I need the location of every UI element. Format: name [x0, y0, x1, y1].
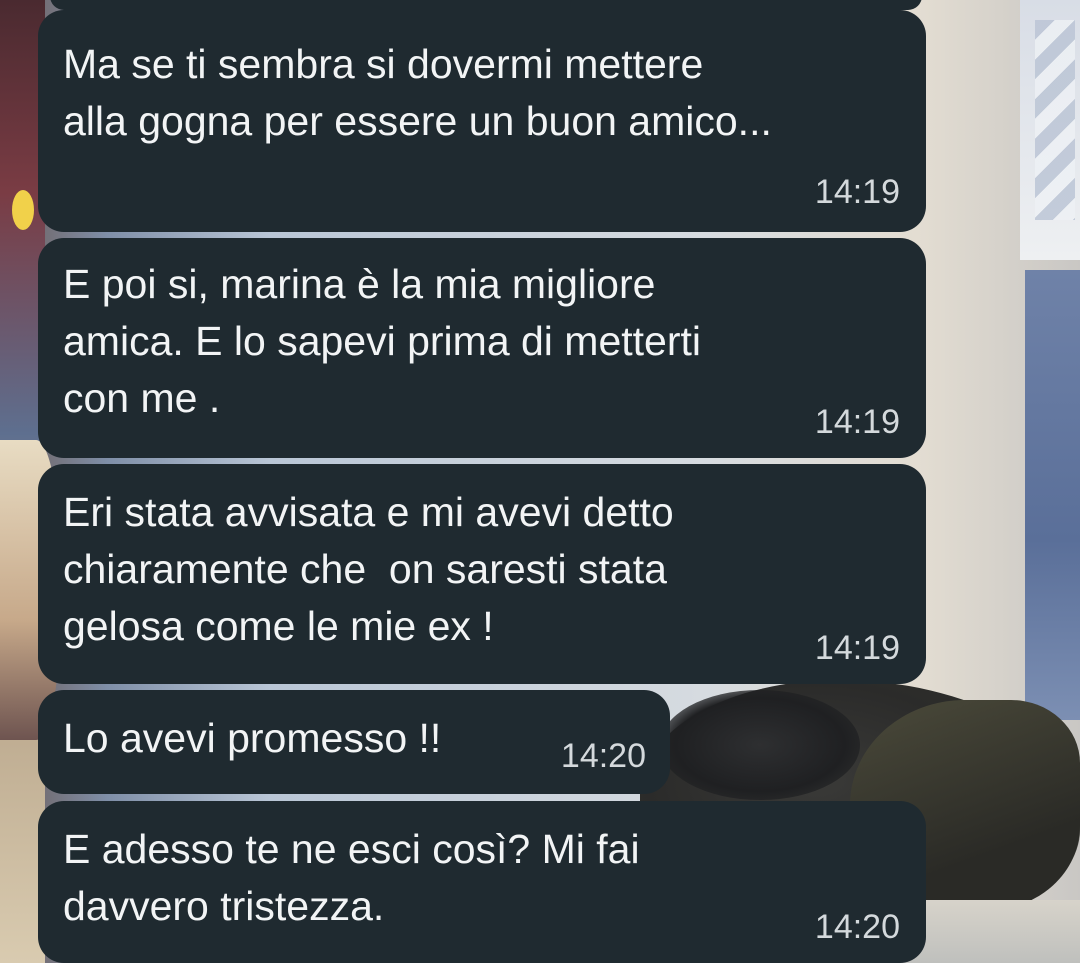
message-timestamp: 14:19	[814, 173, 900, 211]
message-line: amica. E lo sapevi prima di metterti	[63, 318, 702, 364]
message-line: chiaramente che on saresti stata	[63, 546, 667, 592]
message-bubble[interactable]: Ma se ti sembra si dovermi mettere alla …	[38, 10, 926, 232]
message-bubble[interactable]: Lo avevi promesso !! 14:20	[38, 690, 670, 794]
message-line: con me .	[63, 375, 221, 421]
message-text: Lo avevi promesso !!	[63, 710, 441, 767]
message-timestamp: 14:20	[560, 737, 646, 775]
message-timestamp: 14:19	[814, 403, 900, 441]
message-line: Lo avevi promesso !!	[63, 715, 442, 761]
wallpaper-cat-head	[660, 690, 860, 800]
wallpaper-curtain	[1035, 20, 1075, 220]
message-text: E adesso te ne esci così? Mi fai davvero…	[63, 821, 640, 935]
wallpaper-window	[1025, 270, 1080, 720]
message-bubble[interactable]: Eri stata avvisata e mi avevi detto chia…	[38, 464, 926, 684]
message-line: davvero tristezza.	[63, 883, 385, 929]
message-text: Ma se ti sembra si dovermi mettere alla …	[63, 36, 772, 150]
message-text: E poi si, marina è la mia migliore amica…	[63, 256, 701, 427]
message-line: E adesso te ne esci così? Mi fai	[63, 826, 640, 872]
message-bubble[interactable]: E poi si, marina è la mia migliore amica…	[38, 238, 926, 458]
wallpaper-floor	[900, 900, 1080, 963]
message-line: E poi si, marina è la mia migliore	[63, 261, 656, 307]
message-line: Ma se ti sembra si dovermi mettere	[63, 41, 704, 87]
wallpaper-light-spot	[12, 190, 34, 230]
message-timestamp: 14:20	[814, 908, 900, 946]
message-line: gelosa come le mie ex !	[63, 603, 494, 649]
message-bubble[interactable]: E adesso te ne esci così? Mi fai davvero…	[38, 801, 926, 963]
message-text: Eri stata avvisata e mi avevi detto chia…	[63, 484, 674, 655]
message-timestamp: 14:19	[814, 629, 900, 667]
message-line: alla gogna per essere un buon amico...	[63, 98, 772, 144]
previous-message-bubble-edge[interactable]	[50, 0, 922, 10]
message-line: Eri stata avvisata e mi avevi detto	[63, 489, 674, 535]
